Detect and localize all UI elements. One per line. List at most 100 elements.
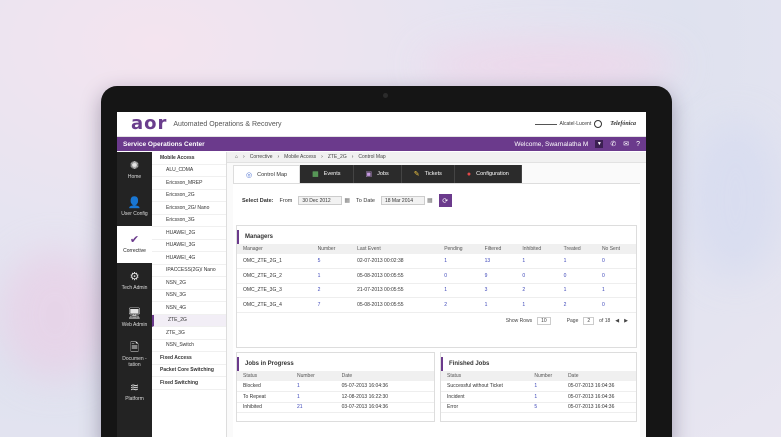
tree-item[interactable]: Packet Core Switching (152, 365, 226, 377)
tree-item[interactable]: NSN_4G (152, 302, 226, 315)
home-icon[interactable]: ⌂ (235, 154, 238, 160)
tree-item[interactable]: Mobile Access (152, 152, 226, 165)
managers-card: Managers Manager Number Last Event Pending F… (236, 225, 637, 348)
nav-item-documen-tation[interactable]: 🗎 Documen -tation (117, 337, 152, 374)
table-row[interactable]: OMC_ZTE_3G_3 2 21-07-2013 00:05:55 1 3 2 1 1 (237, 283, 636, 298)
table-cell[interactable]: 1 (516, 254, 558, 269)
table-row[interactable]: OMC_ZTE_2G_2 1 05-08-2013 00:05:55 0 9 0 0 0 (237, 268, 636, 284)
to-date-input[interactable]: 18 Mar 2014 (380, 196, 425, 205)
tree-item[interactable]: Ericsson_MREP (152, 177, 226, 190)
tab-configuration[interactable]: ● Configuration (454, 165, 522, 183)
tab-events[interactable]: ▦ Events (300, 165, 354, 183)
tab-control-map[interactable]: ◎ Control Map (233, 165, 301, 183)
tree-item[interactable]: IPACCESS(2G)/ Nano (152, 265, 226, 277)
table-cell[interactable]: 5 (528, 402, 562, 413)
tree-item[interactable]: Fixed Switching (152, 377, 226, 390)
tree-item[interactable]: HUAWEI_4G (152, 252, 226, 265)
mail-icon[interactable]: ✉ (623, 140, 629, 148)
table-cell: Successful without Ticket (441, 381, 529, 392)
breadcrumb-item[interactable]: Mobile Access (284, 154, 316, 160)
tree-item[interactable]: HUAWEI_3G (152, 240, 226, 252)
tree-item[interactable]: ZTE_3G (152, 327, 226, 340)
table-cell[interactable]: 0 (595, 268, 636, 284)
table-row[interactable]: OMC_ZTE_3G_4 7 05-08-2013 00:05:55 2 1 1 2 0 (237, 297, 636, 313)
tree-item[interactable]: HUAWEI_2G (152, 227, 226, 240)
nav-item-label: Documen -tation (122, 356, 147, 368)
next-page-icon[interactable]: ▶ (624, 318, 628, 324)
table-row[interactable]: Incident 1 05-07-2013 16:04:36 (441, 391, 636, 403)
nav-item-user-config[interactable]: 👤 User Config (117, 189, 152, 226)
table-cell[interactable]: 2 (557, 297, 596, 313)
table-cell[interactable]: 1 (438, 254, 479, 269)
user-icon: 👤 (127, 197, 142, 210)
breadcrumb-item[interactable]: Corrective (250, 154, 273, 160)
help-icon[interactable]: ? (636, 141, 640, 148)
column-header: Status (237, 371, 291, 381)
table-cell[interactable]: 1 (291, 391, 336, 403)
tree-item[interactable]: NSN_3G (152, 290, 226, 302)
table-cell[interactable]: 2 (311, 283, 352, 298)
tab-label: Events (323, 171, 341, 177)
table-row[interactable]: OMC_ZTE_2G_1 5 02-07-2013 00:02:38 1 13 1 1 0 (237, 254, 636, 269)
nav-item-web-admin[interactable]: 🖥 Web Admin (117, 300, 152, 337)
table-cell[interactable]: 2 (438, 297, 479, 313)
tree-item[interactable]: NSN_Switch (152, 340, 226, 352)
tree-item[interactable]: Ericsson_3G (152, 215, 226, 227)
table-cell[interactable]: 0 (557, 268, 596, 284)
table-cell[interactable]: 0 (438, 268, 479, 284)
phone-icon[interactable]: ✆ (610, 140, 616, 148)
page-input[interactable]: 2 (583, 316, 595, 325)
table-cell[interactable]: 0 (595, 254, 636, 269)
table-cell[interactable]: 1 (557, 254, 596, 269)
tab-jobs[interactable]: ▣ Jobs (353, 165, 402, 183)
show-rows-select[interactable]: 10 (537, 316, 551, 325)
table-cell[interactable]: 1 (311, 268, 352, 284)
table-cell[interactable]: 1 (438, 283, 479, 298)
table-cell[interactable]: 1 (595, 283, 636, 298)
table-row[interactable]: To Repeat 1 12-08-2013 16:22:30 (237, 391, 434, 403)
table-cell[interactable]: 1 (528, 381, 562, 392)
from-date-input[interactable]: 30 Dec 2012 (298, 196, 343, 205)
table-row[interactable]: Successful without Ticket 1 05-07-2013 16:… (441, 381, 636, 392)
table-row[interactable]: Inhibited 21 03-07-2013 16:04:36 (237, 402, 434, 413)
table-cell[interactable]: 9 (478, 268, 517, 284)
table-cell[interactable]: 3 (478, 283, 517, 298)
table-cell[interactable]: 0 (516, 268, 558, 284)
calendar-icon[interactable]: ▦ (427, 197, 433, 204)
table-cell: 12-08-2013 16:22:30 (335, 391, 434, 403)
column-header: Last Event (351, 244, 439, 254)
table-cell[interactable]: 1 (516, 297, 558, 313)
nav-item-corrective[interactable]: ✔ Corrective (117, 226, 152, 263)
nav-item-platform[interactable]: ≋ Platform (117, 374, 152, 411)
nav-item-tech-admin[interactable]: ⚙ Tech Admin (117, 263, 152, 300)
nav-item-home[interactable]: ✺ Home (117, 152, 152, 189)
user-menu-dropdown[interactable]: ▼ (595, 140, 604, 148)
tree-item[interactable]: Ericsson_2G/ Nano (152, 202, 226, 215)
target-icon: ◎ (246, 171, 253, 179)
table-cell[interactable]: 1 (291, 381, 336, 392)
table-row[interactable]: Error 5 05-07-2013 16:04:36 (441, 402, 636, 413)
table-cell[interactable]: 13 (478, 254, 517, 269)
breadcrumb-item[interactable]: Control Map (358, 154, 385, 160)
table-cell[interactable]: 1 (478, 297, 517, 313)
calendar-icon[interactable]: ▦ (344, 197, 350, 204)
table-cell[interactable]: 2 (516, 283, 558, 298)
table-cell[interactable]: 21 (291, 402, 336, 413)
table-cell: 05-08-2013 00:05:55 (351, 268, 439, 284)
tab-bar: ◎ Control Map ▦ Events ▣ Jobs ✎ Tickets ● Configu… (233, 165, 646, 183)
tree-item[interactable]: NSN_2G (152, 277, 226, 290)
tab-tickets[interactable]: ✎ Tickets (401, 165, 455, 183)
tree-item[interactable]: Fixed Access (152, 352, 226, 365)
tree-item[interactable]: ALU_CDMA (152, 165, 226, 177)
refresh-button[interactable]: ⟳ (438, 194, 452, 207)
table-cell[interactable]: 5 (311, 254, 352, 269)
tree-item[interactable]: Ericsson_2G (152, 190, 226, 202)
tree-item[interactable]: ZTE_2G (152, 314, 226, 327)
breadcrumb-item[interactable]: ZTE_2G (328, 154, 347, 160)
prev-page-icon[interactable]: ◀ (615, 318, 619, 324)
table-cell[interactable]: 1 (557, 283, 596, 298)
table-cell[interactable]: 1 (528, 391, 562, 403)
table-cell[interactable]: 7 (311, 297, 352, 313)
table-cell[interactable]: 0 (595, 297, 636, 313)
table-row[interactable]: Blocked 1 05-07-2013 16:04:36 (237, 381, 434, 392)
